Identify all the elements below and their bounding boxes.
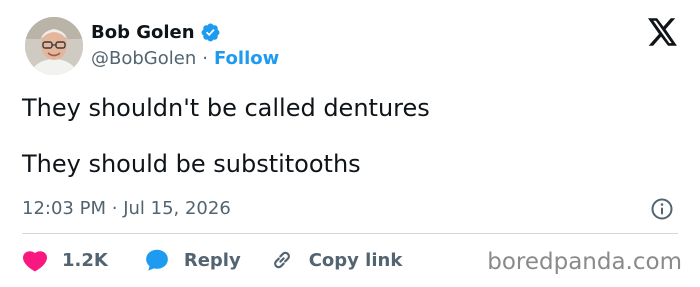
avatar[interactable] <box>25 17 83 75</box>
like-button[interactable]: 1.2K <box>22 248 108 272</box>
author-handle[interactable]: @BobGolen <box>91 48 196 69</box>
follow-button[interactable]: Follow <box>214 48 279 69</box>
tweet-text-line: They should be substitooths <box>22 150 361 178</box>
copy-link-button[interactable]: Copy link <box>269 247 403 273</box>
tweet-actions: 1.2K Reply Copy link <box>22 244 402 276</box>
tweet-embed-card: Bob Golen @BobGolen · Follow They should… <box>0 0 700 287</box>
tweet-text-line: They shouldn't be called dentures <box>22 94 430 122</box>
x-logo-icon[interactable] <box>648 18 678 46</box>
reply-bubble-icon <box>146 249 168 271</box>
tweet-date: Jul 15, 2026 <box>123 198 231 219</box>
heart-icon <box>23 251 47 272</box>
handle-separator: · <box>202 48 208 69</box>
like-count: 1.2K <box>62 249 108 271</box>
tweet-time: 12:03 PM <box>22 198 106 219</box>
verified-badge-icon <box>200 22 221 43</box>
avatar-photo <box>25 17 83 75</box>
author-name-row: Bob Golen <box>91 22 221 43</box>
author-display-name[interactable]: Bob Golen <box>91 22 195 43</box>
reply-label: Reply <box>183 249 241 271</box>
reply-button[interactable]: Reply <box>144 247 241 273</box>
divider <box>22 233 678 234</box>
watermark: boredpanda.com <box>487 249 682 275</box>
copy-link-label: Copy link <box>308 249 403 271</box>
link-icon <box>273 251 290 269</box>
timestamp-separator: · <box>111 198 118 219</box>
info-icon[interactable] <box>650 197 674 221</box>
tweet-text: They shouldn't be called dentures They s… <box>22 92 672 180</box>
author-handle-row: @BobGolen · Follow <box>91 48 279 69</box>
tweet-timestamp[interactable]: 12:03 PM · Jul 15, 2026 <box>22 198 231 219</box>
